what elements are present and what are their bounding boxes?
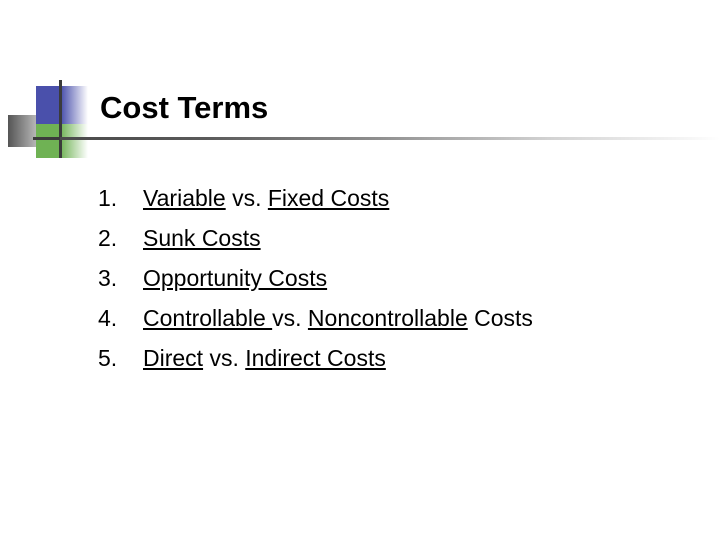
list-item-term: Direct	[143, 345, 204, 371]
list-item-term: Opportunity Costs	[143, 265, 328, 291]
list-item-text: Controllable vs. Noncontrollable Costs	[143, 305, 533, 331]
list-item-number: 3.	[98, 265, 118, 291]
title-underline-rule	[60, 137, 720, 140]
list-item-connector: Costs	[467, 305, 533, 331]
list-item-number: 2.	[98, 225, 118, 251]
list-item-text: Direct vs. Indirect Costs	[143, 345, 386, 371]
slide: Cost Terms 1. Variable vs. Fixed Costs 2. S…	[0, 0, 720, 540]
decoration-green-square	[36, 124, 88, 158]
list-item-number: 5.	[98, 345, 118, 371]
list-item: 5. Direct vs. Indirect Costs	[98, 338, 568, 378]
list-item: 4. Controllable vs. Noncontrollable Costs	[98, 298, 568, 338]
list-item-term: Variable	[143, 185, 226, 211]
list-item-number: 4.	[98, 305, 118, 331]
list-item-connector: vs.	[272, 305, 308, 331]
list-item: 1. Variable vs. Fixed Costs	[98, 178, 568, 218]
list-item-term: Indirect Costs	[245, 345, 386, 371]
list-item-text: Sunk Costs	[143, 225, 261, 251]
list-item-connector: vs.	[203, 345, 246, 371]
list-item-text: Opportunity Costs	[143, 265, 327, 291]
decoration-vertical-line	[59, 80, 62, 158]
list-item-text: Variable vs. Fixed Costs	[143, 185, 389, 211]
decoration-blue-square	[36, 86, 88, 124]
list-item-term: Fixed Costs	[267, 185, 390, 211]
cost-terms-list: 1. Variable vs. Fixed Costs 2. Sunk Costs 3.…	[98, 178, 568, 378]
list-item-connector: vs.	[225, 185, 268, 211]
list-item: 3. Opportunity Costs	[98, 258, 568, 298]
slide-title: Cost Terms	[100, 90, 269, 125]
list-item: 2. Sunk Costs	[98, 218, 568, 258]
list-item-term: Noncontrollable	[307, 305, 468, 331]
decoration-horizontal-tick	[33, 137, 63, 140]
decoration-gray-square	[8, 115, 60, 147]
list-item-number: 1.	[98, 185, 118, 211]
list-item-term: Controllable	[143, 305, 273, 331]
list-item-term: Sunk Costs	[143, 225, 261, 251]
